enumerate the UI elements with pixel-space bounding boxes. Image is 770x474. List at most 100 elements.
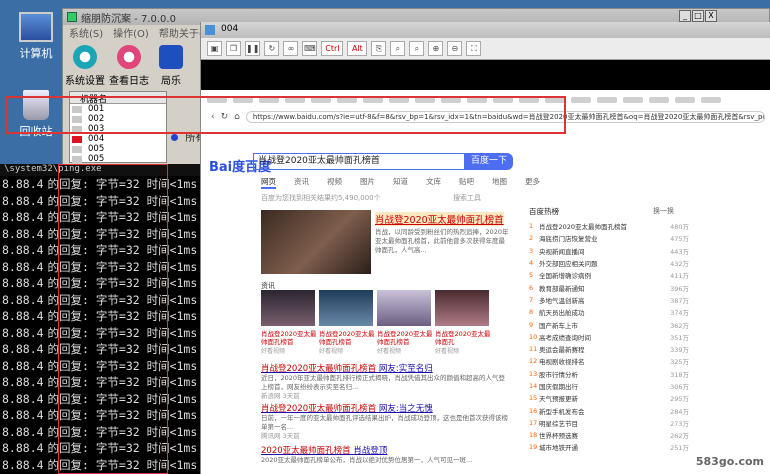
browser-tab[interactable] (519, 97, 539, 103)
pause-icon[interactable]: ❚❚ (245, 41, 261, 56)
tab-news[interactable]: 资讯 (294, 176, 309, 189)
hot-list-item[interactable]: 12 电视剧收视排名 325万 (529, 355, 689, 367)
hot-list-item[interactable]: 6 教育部最新通知 396万 (529, 281, 689, 293)
browser-tab[interactable] (493, 97, 513, 103)
hot-list-item[interactable]: 2 海底捞门店恢复营业 475万 (529, 232, 689, 244)
tab-web[interactable]: 网页 (261, 176, 276, 189)
browser-tab[interactable] (545, 97, 565, 103)
zoom-in-icon[interactable]: ⊕ (428, 41, 444, 56)
alt-button[interactable]: Alt (347, 41, 368, 56)
maximize-button[interactable]: □ (692, 10, 704, 22)
settings-button[interactable]: 系统设置 (65, 45, 105, 87)
tab-images[interactable]: 图片 (360, 176, 375, 189)
link-icon[interactable]: ∞ (283, 41, 299, 56)
desktop-icon-recycle-bin[interactable]: 回收站 (8, 90, 64, 139)
hot-list-item[interactable]: 10 高考成绩查询时间 351万 (529, 331, 689, 343)
browser-tab[interactable] (441, 97, 461, 103)
search-tools-link[interactable]: 搜索工具 (453, 193, 481, 203)
hot-list-item[interactable]: 13 股市行情分析 318万 (529, 368, 689, 380)
news-thumb-caption[interactable]: 肖战登2020亚太最帅面孔榜首 (377, 330, 433, 346)
hot-list-item[interactable]: 14 国庆假期出行 306万 (529, 380, 689, 392)
browser-tab[interactable] (623, 97, 643, 103)
top-result-title[interactable]: 肖战登2020亚太最帅面孔榜首 (375, 212, 504, 226)
news-thumb-caption[interactable]: 肖战登2020亚太最帅面孔榜首 (261, 330, 317, 346)
reload-icon[interactable]: ↻ (221, 112, 229, 122)
browser-tab[interactable] (467, 97, 487, 103)
hot-list-item[interactable]: 17 明星综艺节目 273万 (529, 417, 689, 429)
machine-row[interactable]: 005 (70, 154, 166, 164)
tab-more[interactable]: 更多 (525, 176, 540, 189)
machine-row[interactable]: 002 (70, 114, 166, 124)
tab-video[interactable]: 视频 (327, 176, 342, 189)
browser-tab[interactable] (337, 97, 357, 103)
zoom-icon[interactable]: ⌕ (390, 41, 406, 56)
news-thumb-caption[interactable]: 肖战登2020亚太最帅面孔榜首 (319, 330, 375, 346)
copy-icon[interactable]: ❐ (226, 41, 241, 56)
news-thumb[interactable] (377, 290, 431, 326)
browser-tab[interactable] (285, 97, 305, 103)
hot-list-item[interactable]: 3 央视新闻直播间 443万 (529, 245, 689, 257)
hot-list-item[interactable]: 4 外交部回应相关问题 432万 (529, 257, 689, 269)
zoom-out-icon[interactable]: ⊖ (447, 41, 463, 56)
minimize-button[interactable]: _ (679, 10, 691, 22)
hot-list-item[interactable]: 5 全国新增确诊病例 411万 (529, 269, 689, 281)
browser-tab[interactable] (207, 97, 227, 103)
back-icon[interactable]: ‹ (211, 112, 215, 122)
star-photo[interactable] (261, 210, 371, 274)
tab-tieba[interactable]: 贴吧 (459, 176, 474, 189)
search-result-title[interactable]: 肖战登2020亚太最帅面孔榜首 网友:实至名归 (261, 362, 433, 374)
news-thumb[interactable] (319, 290, 373, 326)
hot-list-item[interactable]: 15 天气预报更新 295万 (529, 392, 689, 404)
hot-list-refresh[interactable]: 换一换 (653, 206, 674, 216)
machine-row[interactable]: 001 (70, 104, 166, 114)
hot-list-item[interactable]: 18 世界杯预选赛 262万 (529, 429, 689, 441)
desktop-icon-computer[interactable]: 计算机 (8, 12, 64, 61)
fullscreen-icon[interactable]: ⛶ (466, 41, 482, 56)
hot-list-item[interactable]: 19 城市地铁开通 251万 (529, 441, 689, 453)
address-bar[interactable]: https://www.baidu.com/s?ie=utf-8&f=8&rsv… (245, 111, 765, 123)
menu-operation[interactable]: 操作(O) (113, 25, 149, 41)
news-thumb-caption[interactable]: 肖战登2020亚太最帅面孔 (435, 330, 491, 346)
refresh-icon[interactable]: ↻ (264, 41, 280, 56)
browser-tab[interactable] (389, 97, 409, 103)
news-thumb[interactable] (261, 290, 315, 326)
tab-wenku[interactable]: 文库 (426, 176, 441, 189)
hot-list-item[interactable]: 8 航天员出舱成功 374万 (529, 306, 689, 318)
browser-tab[interactable] (597, 97, 617, 103)
tab-map[interactable]: 地图 (492, 176, 507, 189)
search-result-title[interactable]: 2020亚太最帅面孔榜首 肖战登顶 (261, 444, 387, 456)
search-result-title[interactable]: 肖战登2020亚太最帅面孔榜首 网友:当之无愧 (261, 402, 433, 414)
menu-system[interactable]: 系统(S) (69, 25, 103, 41)
clipboard-icon[interactable]: ⎘ (371, 41, 387, 56)
save-icon[interactable]: ▣ (207, 41, 222, 56)
browser-tab[interactable] (571, 97, 591, 103)
view-log-button[interactable]: 查看日志 (109, 45, 149, 87)
baidu-search-input[interactable]: 肖战登2020亚太最帅面孔榜首 (253, 153, 465, 170)
close-button[interactable]: X (705, 10, 717, 22)
baidu-search-button[interactable]: 百度一下 (465, 153, 513, 170)
extra-button[interactable]: 局乐 (153, 45, 189, 87)
home-icon[interactable]: ⌂ (234, 112, 240, 122)
viewer-title-bar[interactable]: 004 (201, 22, 770, 38)
hot-list-item[interactable]: 7 多地气温创新高 387万 (529, 294, 689, 306)
tab-zhidao[interactable]: 知道 (393, 176, 408, 189)
machine-row[interactable]: 005 (70, 144, 166, 154)
hot-list-item[interactable]: 11 奥运会最新赛程 339万 (529, 343, 689, 355)
browser-tab[interactable] (415, 97, 435, 103)
browser-tab[interactable] (311, 97, 331, 103)
news-thumb[interactable] (435, 290, 489, 326)
browser-tab[interactable] (649, 97, 669, 103)
machine-row-selected[interactable]: 004 (70, 134, 166, 144)
ctrl-button[interactable]: Ctrl (321, 41, 344, 56)
browser-tab[interactable] (363, 97, 383, 103)
hot-list-item[interactable]: 16 新型手机发布会 284万 (529, 404, 689, 416)
hot-list-item[interactable]: 1 肖战登2020亚太最帅面孔榜首 480万 (529, 220, 689, 232)
hot-list-item[interactable]: 9 国产新车上市 362万 (529, 318, 689, 330)
browser-tab[interactable] (233, 97, 253, 103)
search-icon[interactable]: ⌕ (409, 41, 425, 56)
keyboard-icon[interactable]: ⌨ (302, 41, 318, 56)
machine-row[interactable]: 003 (70, 124, 166, 134)
browser-tab[interactable] (701, 97, 721, 103)
browser-tab[interactable] (675, 97, 695, 103)
browser-tab[interactable] (259, 97, 279, 103)
